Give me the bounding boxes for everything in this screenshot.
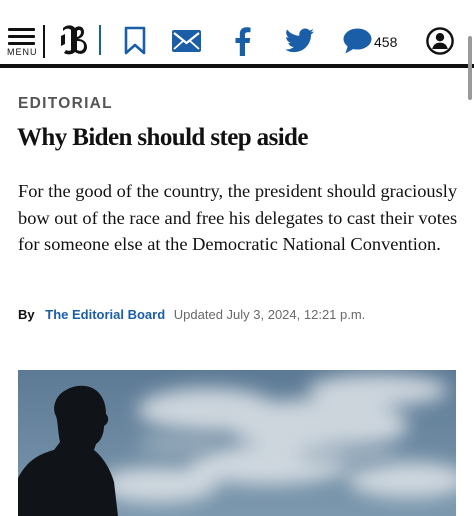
section-label[interactable]: EDITORIAL — [18, 95, 113, 113]
updated-timestamp: Updated July 3, 2024, 12:21 p.m. — [173, 307, 366, 322]
lead-photo[interactable] — [18, 370, 456, 516]
menu-label: MENU — [7, 47, 38, 57]
byline-prefix: By — [18, 307, 35, 322]
top-toolbar: MENU 458 — [0, 0, 474, 64]
toolbar-divider-blue — [99, 25, 101, 55]
email-icon[interactable] — [172, 30, 201, 52]
menu-button[interactable]: MENU — [7, 26, 38, 57]
author-link[interactable]: The Editorial Board — [45, 307, 165, 322]
article-headline: Why Biden should step aside — [17, 124, 308, 151]
toolbar-divider — [43, 25, 45, 58]
toolbar-bottom-rule — [0, 64, 474, 68]
facebook-icon[interactable] — [233, 26, 251, 56]
account-icon[interactable] — [426, 27, 454, 55]
article-dek: For the good of the country, the preside… — [18, 181, 458, 254]
comment-icon[interactable] — [343, 28, 372, 54]
comment-count[interactable]: 458 — [374, 34, 397, 50]
byline: By The Editorial Board Updated July 3, 2… — [18, 307, 365, 322]
boston-globe-logo[interactable] — [59, 22, 89, 58]
twitter-icon[interactable] — [285, 28, 314, 53]
bookmark-icon[interactable] — [124, 26, 146, 56]
menu-icon-bar — [8, 42, 35, 45]
scrollbar[interactable] — [468, 36, 472, 100]
menu-icon — [8, 28, 35, 31]
menu-icon-bar — [8, 35, 35, 38]
